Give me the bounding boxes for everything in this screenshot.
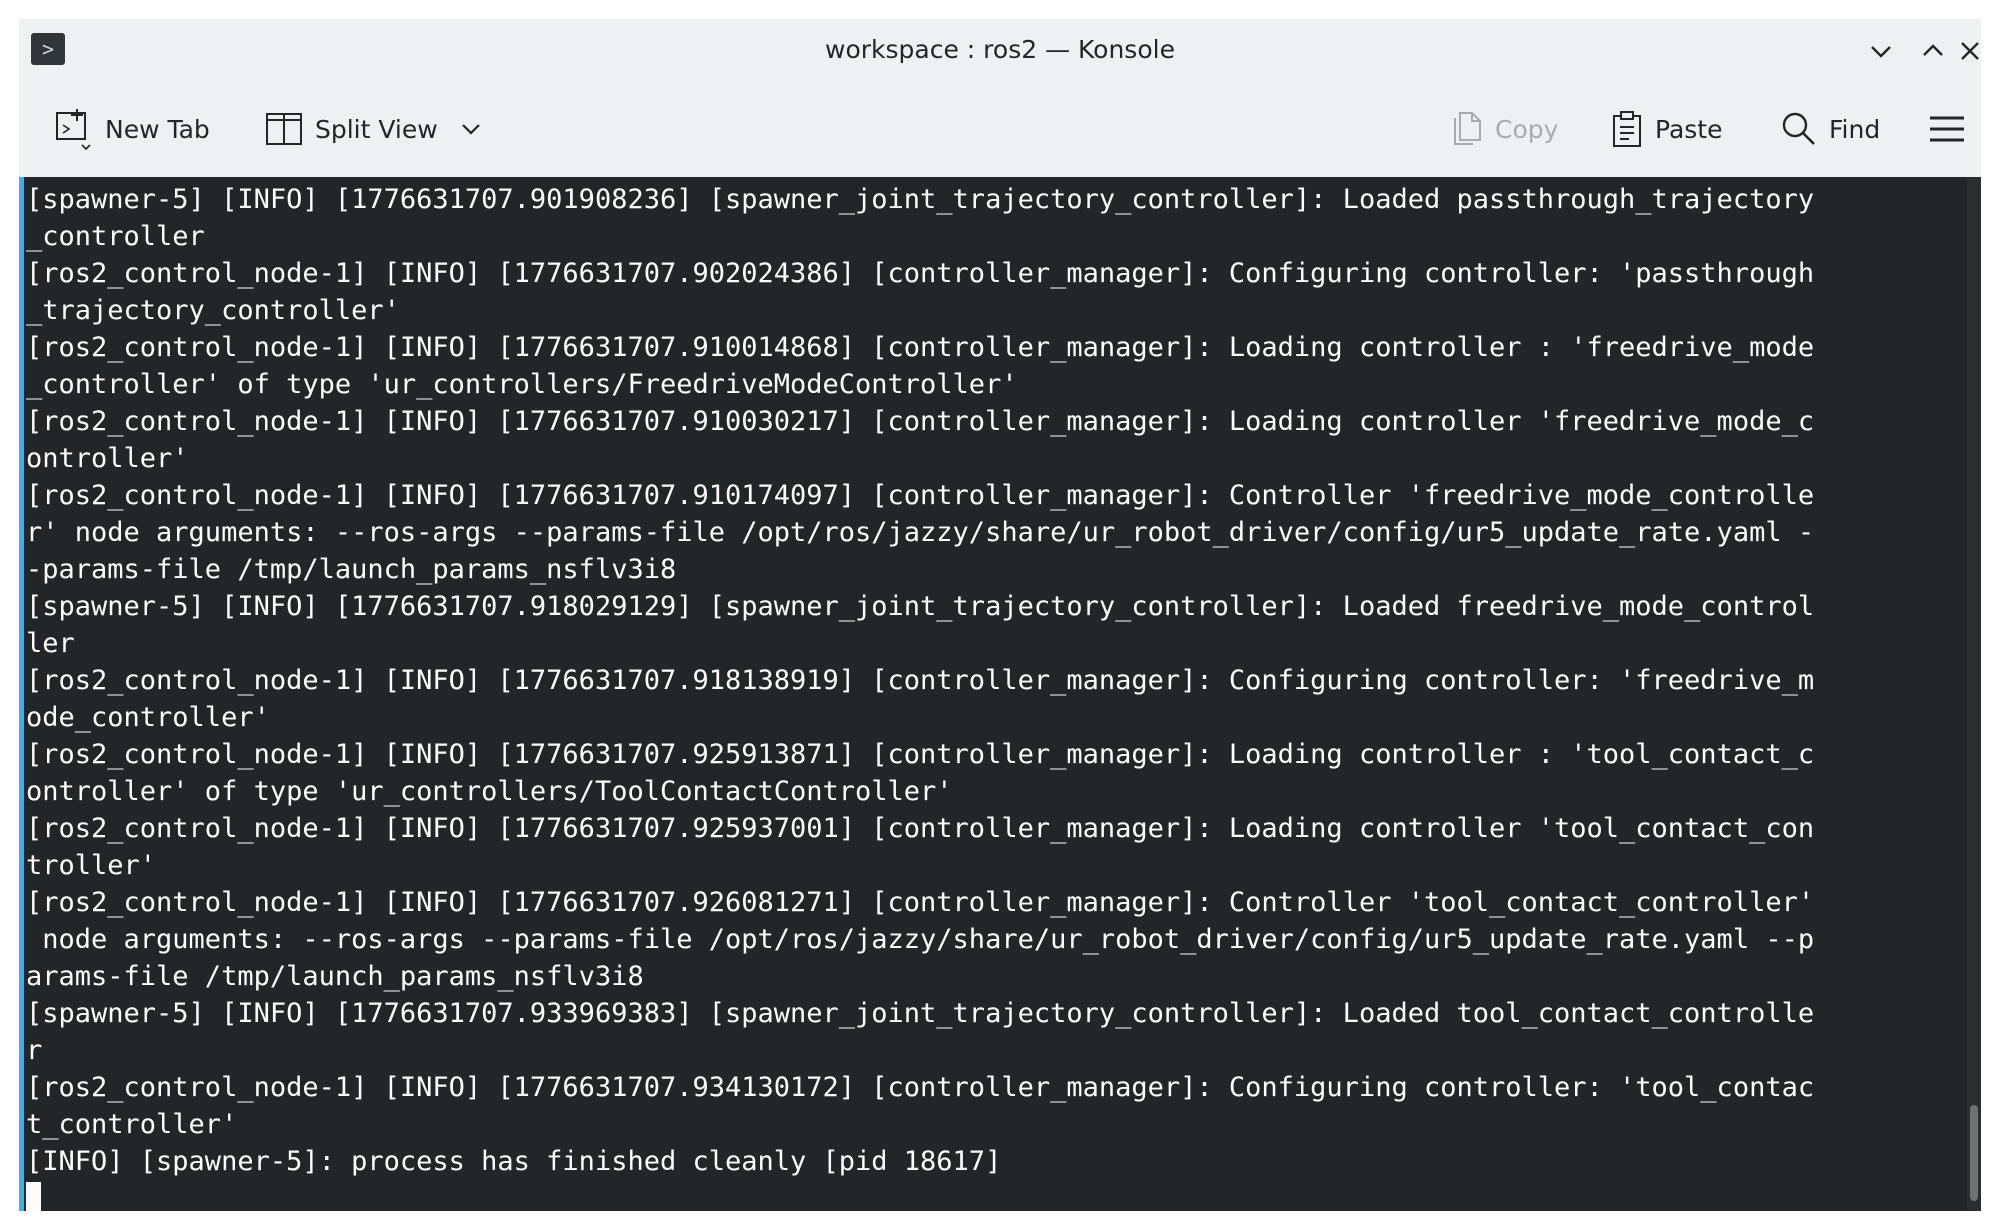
terminal-output: [spawner-5] [INFO] [1776631707.901908236… [26,181,1926,1180]
terminal-line: r [26,1035,43,1066]
copy-icon [1454,112,1481,145]
title-bar[interactable]: > workspace : ros2 — Konsole [19,19,1981,81]
terminal-line: [ros2_control_node-1] [INFO] [1776631707… [26,887,1815,918]
copy-label: Copy [1495,114,1559,144]
terminal-line: arams-file /tmp/launch_params_nsflv3i8 [26,961,644,992]
terminal-line: [spawner-5] [INFO] [1776631707.933969383… [26,998,1815,1029]
text-cursor [26,1182,41,1211]
search-icon [1782,112,1815,145]
terminal-line: [ros2_control_node-1] [INFO] [1776631707… [26,480,1815,511]
paste-icon [1613,111,1641,147]
chevron-down-icon[interactable] [460,118,482,140]
new-tab-button[interactable]: New Tab [55,99,210,159]
terminal-line: troller' [26,850,157,881]
scrollbar[interactable] [1967,177,1981,1211]
split-view-icon [266,113,302,145]
terminal-line: r' node arguments: --ros-args --params-f… [26,517,1815,548]
terminal-line: [ros2_control_node-1] [INFO] [1776631707… [26,739,1815,770]
terminal-line: ontroller' of type 'ur_controllers/ToolC… [26,776,953,807]
new-tab-icon [56,109,91,151]
toolbar: New Tab Split View Copy Paste Find [19,81,1981,177]
terminal-view[interactable]: [spawner-5] [INFO] [1776631707.901908236… [19,177,1981,1211]
konsole-window: > workspace : ros2 — Konsole New Tab Spl… [19,19,1981,1211]
terminal-line: ontroller' [26,443,189,474]
terminal-line: [ros2_control_node-1] [INFO] [1776631707… [26,332,1815,363]
hamburger-menu-icon [1930,116,1964,142]
main-menu-button[interactable] [1929,99,1965,159]
terminal-line: [ros2_control_node-1] [INFO] [1776631707… [26,813,1815,844]
new-tab-label: New Tab [105,114,210,144]
terminal-line: _controller' of type 'ur_controllers/Fre… [26,369,1018,400]
terminal-line: [ros2_control_node-1] [INFO] [1776631707… [26,406,1815,437]
paste-label: Paste [1655,114,1723,144]
terminal-line: ode_controller' [26,702,270,733]
find-button[interactable]: Find [1781,99,1880,159]
terminal-line: [ros2_control_node-1] [INFO] [1776631707… [26,665,1815,696]
terminal-line: [spawner-5] [INFO] [1776631707.918029129… [26,591,1815,622]
terminal-line: [ros2_control_node-1] [INFO] [1776631707… [26,1072,1815,1103]
focus-indicator [19,177,24,1211]
terminal-line: _trajectory_controller' [26,295,400,326]
close-icon [1961,42,1979,60]
terminal-line: -params-file /tmp/launch_params_nsflv3i8 [26,554,677,585]
copy-button[interactable]: Copy [1449,99,1558,159]
terminal-line: [spawner-5] [INFO] [1776631707.901908236… [26,184,1815,215]
terminal-line: node arguments: --ros-args --params-file… [26,924,1815,955]
split-view-button[interactable]: Split View [265,99,482,159]
window-title: workspace : ros2 — Konsole [825,35,1175,64]
scrollbar-thumb[interactable] [1970,1105,1978,1201]
terminal-line: [ros2_control_node-1] [INFO] [1776631707… [26,258,1815,289]
paste-button[interactable]: Paste [1611,99,1722,159]
terminal-line: t_controller' [26,1109,238,1140]
split-view-label: Split View [315,114,438,144]
find-label: Find [1829,114,1881,144]
close-button[interactable] [1959,33,1981,69]
terminal-line: [INFO] [spawner-5]: process has finished… [26,1146,1002,1177]
chevron-up-icon [1923,44,1943,56]
minimize-button[interactable] [1863,33,1899,69]
terminal-line: ler [26,628,75,659]
terminal-line: _controller [26,221,205,252]
chevron-down-icon [1871,46,1891,58]
maximize-button[interactable] [1915,33,1951,69]
